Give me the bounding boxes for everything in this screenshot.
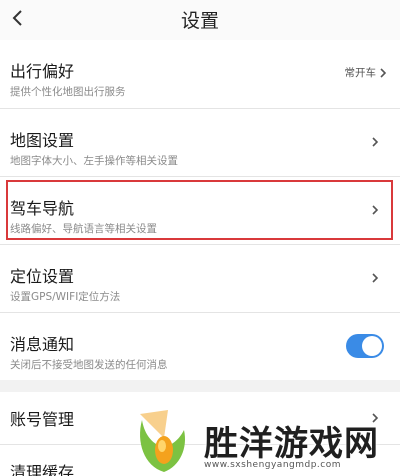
- settings-item-title: 驾车导航: [10, 199, 75, 218]
- settings-item-value: 常开车: [344, 67, 377, 79]
- settings-item-subtitle: 线路偏好、导航语言等相关设置: [10, 223, 157, 235]
- settings-item-title: 地图设置: [10, 131, 75, 150]
- chevron-right-icon: [380, 68, 387, 78]
- settings-item-title: 清理缓存: [10, 463, 75, 476]
- settings-item-subtitle: 提供个性化地图出行服务: [10, 86, 126, 98]
- settings-item-location-settings[interactable]: 定位设置 设置GPS/WIFI定位方法: [0, 244, 400, 312]
- settings-item-account-management[interactable]: 账号管理: [0, 392, 400, 444]
- settings-item-title: 定位设置: [10, 267, 75, 286]
- settings-item-title: 账号管理: [10, 410, 75, 429]
- page-title: 设置: [180, 10, 219, 32]
- toggle-knob: [362, 336, 382, 356]
- settings-item-subtitle: 设置GPS/WIFI定位方法: [10, 291, 121, 303]
- settings-item-message-notification: 消息通知 关闭后不接受地图发送的任何消息: [0, 312, 400, 380]
- settings-item-title: 出行偏好: [10, 62, 75, 81]
- section-divider: [0, 380, 400, 392]
- settings-item-title: 消息通知: [10, 335, 75, 354]
- settings-item-map-settings[interactable]: 地图设置 地图字体大小、左手操作等相关设置: [0, 108, 400, 176]
- settings-item-travel-preference[interactable]: 出行偏好 提供个性化地图出行服务 常开车: [0, 40, 400, 108]
- settings-list: 出行偏好 提供个性化地图出行服务 常开车 地图设置 地图字体大小、左手操作等相关…: [0, 40, 400, 476]
- notification-toggle[interactable]: [346, 334, 384, 358]
- chevron-right-icon: [372, 413, 379, 423]
- chevron-right-icon: [372, 273, 379, 283]
- header-bar: 设置: [0, 0, 400, 40]
- chevron-right-icon: [372, 205, 379, 215]
- chevron-right-icon: [372, 137, 379, 147]
- settings-item-subtitle: 地图字体大小、左手操作等相关设置: [10, 155, 178, 167]
- settings-item-subtitle: 关闭后不接受地图发送的任何消息: [10, 359, 168, 371]
- settings-item-driving-navigation[interactable]: 驾车导航 线路偏好、导航语言等相关设置: [0, 176, 400, 244]
- settings-item-clear-cache[interactable]: 清理缓存: [0, 444, 400, 476]
